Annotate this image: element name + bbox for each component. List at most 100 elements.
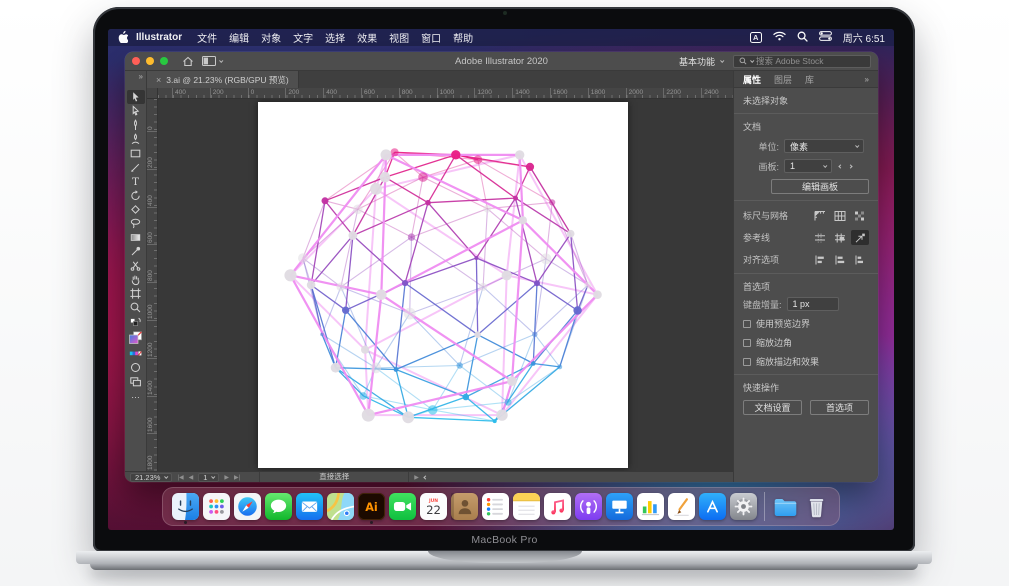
minimize-window-button[interactable] — [146, 57, 154, 65]
checkbox-1[interactable] — [743, 339, 751, 347]
preferences-button[interactable]: 首选项 — [810, 400, 869, 415]
menu-item-3[interactable]: 文字 — [293, 30, 313, 45]
tool-more[interactable]: … — [127, 388, 145, 402]
dock-music[interactable] — [542, 493, 573, 520]
tool-default-swatches[interactable] — [127, 314, 145, 328]
artboard-navigation-select[interactable]: 1 — [198, 473, 219, 482]
align-glyph-icon[interactable] — [851, 252, 869, 267]
dock-reminders[interactable] — [480, 493, 511, 520]
prev-artboard-button[interactable]: ◀ — [189, 474, 194, 481]
tab-properties[interactable]: 属性 — [743, 73, 761, 86]
dock-trash[interactable] — [801, 493, 832, 520]
dock-safari[interactable] — [232, 493, 263, 520]
menu-item-0[interactable]: 文件 — [197, 30, 217, 45]
smart-guides-icon[interactable] — [831, 230, 849, 245]
grid-icon[interactable] — [831, 208, 849, 223]
wireframe-sphere-artwork[interactable] — [258, 102, 628, 468]
menu-item-5[interactable]: 效果 — [357, 30, 377, 45]
workspace-switcher[interactable]: 基本功能 — [679, 55, 723, 68]
dock-downloads-folder[interactable] — [770, 493, 801, 520]
control-center-icon[interactable] — [819, 31, 832, 44]
next-artboard-icon[interactable] — [848, 164, 852, 168]
wifi-icon[interactable] — [773, 31, 786, 44]
toolbar-collapse-button[interactable]: » — [125, 71, 147, 88]
dock-app-store[interactable] — [697, 493, 728, 520]
dock-maps[interactable] — [325, 493, 356, 520]
artboard[interactable] — [258, 102, 628, 468]
adobe-stock-search-input[interactable]: 搜索 Adobe Stock — [733, 55, 871, 68]
dock-podcasts[interactable] — [573, 493, 604, 520]
pixel-grid-icon[interactable] — [851, 208, 869, 223]
tool-scissors[interactable] — [127, 258, 145, 272]
tool-color-bar[interactable] — [127, 346, 145, 360]
last-artboard-button[interactable]: ▶| — [234, 474, 240, 481]
tool-type[interactable]: T — [127, 174, 145, 188]
tool-fill-stroke[interactable] — [127, 328, 145, 346]
align-selection-icon[interactable] — [831, 252, 849, 267]
document-tab[interactable]: × 3.ai @ 21.23% (RGB/GPU 预览) — [147, 71, 299, 88]
close-tab-icon[interactable]: × — [156, 75, 161, 85]
dock-notes[interactable] — [511, 493, 542, 520]
zoom-level-select[interactable]: 21.23% — [130, 473, 172, 482]
tool-paintbrush[interactable] — [127, 160, 145, 174]
checkbox-0[interactable] — [743, 320, 751, 328]
menu-item-4[interactable]: 选择 — [325, 30, 345, 45]
guides-icon[interactable] — [811, 230, 829, 245]
tool-rectangle[interactable] — [127, 146, 145, 160]
dock-finder[interactable] — [170, 493, 201, 520]
unit-select[interactable]: 像素 — [784, 139, 864, 153]
tool-drawing-mode[interactable] — [127, 360, 145, 374]
tool-gradient[interactable] — [127, 230, 145, 244]
dock-mail[interactable] — [294, 493, 325, 520]
dock-numbers[interactable] — [635, 493, 666, 520]
edit-artboards-button[interactable]: 编辑画板 — [771, 179, 869, 194]
search-icon[interactable] — [797, 31, 808, 45]
next-artboard-button[interactable]: ▶ — [224, 474, 229, 481]
zoom-window-button[interactable] — [160, 57, 168, 65]
apple-menu-icon[interactable] — [117, 30, 128, 46]
tool-direct-selection[interactable] — [127, 104, 145, 118]
pasteboard[interactable] — [158, 99, 733, 471]
horizontal-ruler[interactable]: 4002000200400600800100012001400160018002… — [158, 88, 733, 98]
dock-calendar[interactable]: JUN22 — [418, 493, 449, 520]
tool-eraser[interactable] — [127, 202, 145, 216]
tool-pen[interactable] — [127, 118, 145, 132]
tool-curvature[interactable] — [127, 132, 145, 146]
dock-contacts[interactable] — [449, 493, 480, 520]
menu-item-1[interactable]: 编辑 — [229, 30, 249, 45]
dock-launchpad[interactable] — [201, 493, 232, 520]
tool-rotate[interactable] — [127, 188, 145, 202]
status-collapse-icon[interactable] — [423, 475, 427, 479]
tool-selection[interactable] — [127, 90, 145, 104]
dock-facetime[interactable] — [387, 493, 418, 520]
menu-item-6[interactable]: 视图 — [389, 30, 409, 45]
tab-libraries[interactable]: 库 — [805, 73, 814, 86]
dock-illustrator[interactable]: Ai — [356, 493, 387, 520]
tool-hand[interactable] — [127, 272, 145, 286]
snap-glyph-icon[interactable] — [851, 230, 869, 245]
dock-keynote[interactable] — [604, 493, 635, 520]
tool-screen-mode[interactable] — [127, 374, 145, 388]
menu-item-8[interactable]: 帮助 — [453, 30, 473, 45]
first-artboard-button[interactable]: |◀ — [177, 474, 183, 481]
menu-item-2[interactable]: 对象 — [261, 30, 281, 45]
align-artboard-icon[interactable] — [811, 252, 829, 267]
ruler-origin-corner[interactable] — [147, 88, 158, 98]
tool-artboard[interactable] — [127, 286, 145, 300]
tab-layers[interactable]: 图层 — [774, 73, 792, 86]
keyboard-increment-input[interactable]: 1 px — [787, 297, 839, 311]
document-setup-button[interactable]: 文档设置 — [743, 400, 802, 415]
menu-clock[interactable]: 周六 6:51 — [843, 30, 885, 45]
corner-ruler-icon[interactable] — [811, 208, 829, 223]
tool-eyedropper[interactable] — [127, 244, 145, 258]
dock-system-preferences[interactable] — [728, 493, 759, 520]
panel-collapse-button[interactable]: » — [865, 75, 869, 84]
tool-zoom[interactable] — [127, 300, 145, 314]
arrange-documents-button[interactable] — [202, 56, 222, 66]
menu-app-name[interactable]: Illustrator — [136, 32, 182, 43]
checkbox-2[interactable] — [743, 358, 751, 366]
dock-messages[interactable] — [263, 493, 294, 520]
dock-pages[interactable] — [666, 493, 697, 520]
input-source-icon[interactable]: A — [750, 32, 762, 43]
menu-item-7[interactable]: 窗口 — [421, 30, 441, 45]
